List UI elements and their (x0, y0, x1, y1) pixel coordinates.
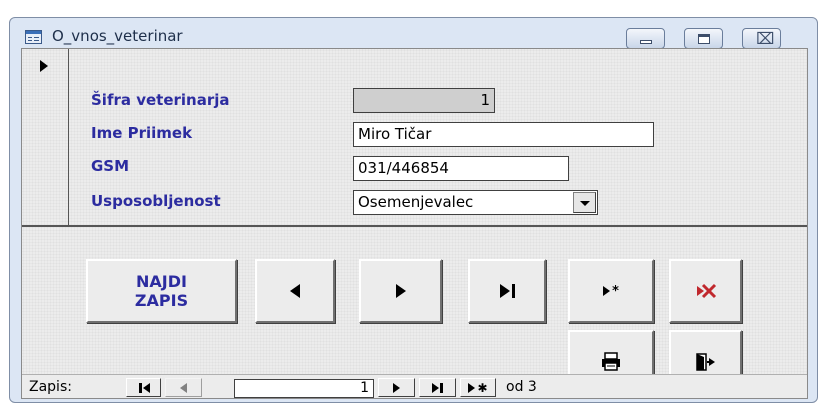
first-record-icon (138, 382, 150, 393)
print-icon (602, 352, 620, 371)
next-record-icon (393, 382, 400, 393)
maximize-icon (698, 34, 710, 44)
form-icon (25, 30, 42, 44)
previous-record-button[interactable] (255, 259, 335, 323)
last-record-button[interactable] (468, 259, 546, 323)
record-count: od 3 (506, 379, 537, 395)
najdi-zapis-button[interactable]: NAJDI ZAPIS (86, 259, 237, 323)
usposobljenost-label: Usposobljenost (91, 192, 221, 210)
sifra-label: Šifra veterinarja (91, 91, 230, 109)
chevron-down-icon[interactable] (573, 192, 596, 213)
delete-record-button[interactable] (669, 259, 742, 323)
title-bar[interactable]: O_vnos_veterinar ⌧ (10, 18, 817, 52)
sifra-field[interactable]: 1 (353, 88, 495, 113)
current-record-field[interactable]: 1 (234, 379, 374, 398)
nav-new-record-button[interactable]: ✱ (460, 378, 496, 397)
last-record-icon (431, 382, 444, 393)
delete-record-icon (696, 283, 716, 299)
next-record-button[interactable] (359, 259, 442, 323)
new-record-icon: * (603, 284, 619, 299)
record-label: Zapis: (29, 379, 72, 395)
current-record-icon (40, 60, 48, 72)
usposobljenost-combo[interactable]: Osemenjevalec (353, 190, 598, 215)
form-window: O_vnos_veterinar ⌧ Šifra veterinarja 1 I… (9, 17, 818, 403)
last-record-icon (499, 284, 515, 298)
minimize-icon (640, 40, 652, 44)
new-record-icon: ✱ (468, 381, 488, 395)
next-record-icon (395, 284, 406, 298)
new-record-button[interactable]: * (568, 259, 654, 323)
najdi-zapis-label: NAJDI ZAPIS (134, 272, 189, 310)
maximize-button[interactable] (684, 28, 723, 49)
ime-priimek-field[interactable]: Miro Tičar (353, 122, 654, 147)
gsm-label: GSM (91, 157, 130, 175)
exit-icon (695, 353, 715, 371)
minimize-button[interactable] (626, 28, 665, 49)
ime-priimek-label: Ime Priimek (91, 124, 193, 142)
nav-previous-record-button[interactable] (165, 378, 202, 397)
form-content: Šifra veterinarja 1 Ime Priimek Miro Tič… (21, 48, 808, 399)
nav-last-record-button[interactable] (419, 378, 456, 397)
usposobljenost-value: Osemenjevalec (358, 193, 474, 211)
record-selector[interactable] (22, 49, 69, 225)
previous-record-icon (180, 382, 187, 393)
gsm-field[interactable]: 031/446854 (353, 156, 569, 181)
window-title: O_vnos_veterinar (52, 27, 183, 45)
record-navigation-bar: Zapis: 1 ✱ od 3 (22, 374, 807, 398)
first-record-button[interactable] (126, 378, 161, 397)
close-icon: ⌧ (756, 29, 775, 48)
previous-record-icon (290, 284, 300, 298)
section-divider (22, 225, 807, 227)
close-button[interactable]: ⌧ (742, 28, 781, 49)
nav-next-record-button[interactable] (378, 378, 415, 397)
